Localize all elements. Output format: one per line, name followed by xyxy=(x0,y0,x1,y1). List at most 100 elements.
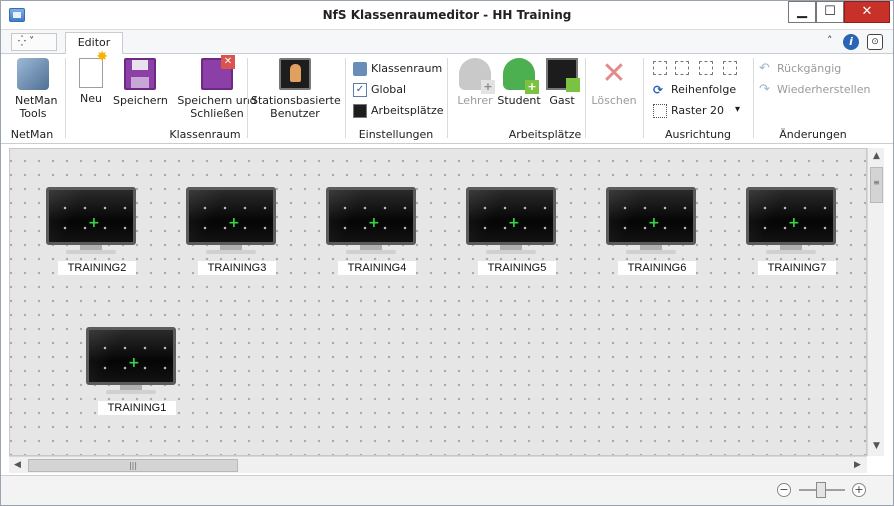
grid-icon xyxy=(653,104,667,118)
vertical-scroll-thumb[interactable]: ≡ xyxy=(870,167,883,203)
title-bar: NfS Klassenraumeditor - HH Training ▁ ☐ … xyxy=(1,1,893,30)
save-close-icon xyxy=(201,55,235,90)
grid-size-dropdown[interactable]: Raster 20 xyxy=(653,102,724,120)
settings-classroom-button[interactable]: Klassenraum xyxy=(353,60,442,78)
maximize-button[interactable]: ☐ xyxy=(816,1,844,23)
station-based-users-button[interactable]: Stationsbasierte Benutzer xyxy=(251,58,341,120)
monitor-base xyxy=(66,250,116,254)
group-label-arbeitsplaetze: Arbeitsplätze xyxy=(508,128,582,141)
monitor-icon: + xyxy=(186,187,276,245)
group-einstellungen: Klassenraum ✓ Global Arbeitsplätze Einst… xyxy=(347,54,445,144)
add-student-button[interactable]: Student xyxy=(497,58,541,107)
add-guest-button[interactable]: Gast xyxy=(545,58,580,107)
save-icon xyxy=(124,58,156,90)
station-user-icon xyxy=(279,58,311,90)
netman-tools-label: NetMan Tools xyxy=(15,94,58,120)
settings-classroom-label: Klassenraum xyxy=(371,62,443,75)
app-window: NfS Klassenraumeditor - HH Training ▁ ☐ … xyxy=(0,0,894,506)
help-icon[interactable]: i xyxy=(843,34,859,50)
group-aenderungen: ↶ Rückgängig ↷ Wiederherstellen Änderung… xyxy=(755,54,871,144)
delete-x-icon: ✕ xyxy=(601,56,627,91)
group-label-aenderungen: Änderungen xyxy=(779,128,847,141)
scroll-up-arrow[interactable]: ▲ xyxy=(868,148,885,165)
order-label: Reihenfolge xyxy=(671,83,737,96)
redo-label: Wiederherstellen xyxy=(777,83,871,96)
monitor-base xyxy=(206,250,256,254)
align-top-icon[interactable] xyxy=(723,61,737,75)
ribbon-separator xyxy=(753,58,754,138)
scroll-down-arrow[interactable]: ▼ xyxy=(868,438,885,455)
group-ausrichtung: ⟳ Reihenfolge Raster 20 ▾ Ausrichtung xyxy=(645,54,751,144)
redo-button[interactable]: ↷ Wiederherstellen xyxy=(759,81,870,99)
ribbon-separator xyxy=(65,58,66,138)
options-icon[interactable]: ⊙ xyxy=(867,34,883,50)
quick-access-menu-button[interactable]: ⁛ ˅ xyxy=(11,33,57,51)
align-center-icon[interactable] xyxy=(675,61,689,75)
classroom-canvas[interactable]: + TRAINING2 + TRAINING3 + TRAINING4 + TR… xyxy=(9,148,867,456)
group-label-klassenraum: Klassenraum xyxy=(169,128,241,141)
horizontal-scroll-thumb[interactable]: ||| xyxy=(28,459,238,472)
align-right-icon[interactable] xyxy=(699,61,713,75)
monitor-icon: + xyxy=(466,187,556,245)
workstation-label: TRAINING6 xyxy=(618,261,696,275)
tools-icon xyxy=(17,58,49,90)
zoom-out-button[interactable]: − xyxy=(777,483,791,497)
workstation-label: TRAINING3 xyxy=(198,261,276,275)
horizontal-scrollbar[interactable]: ◀ ||| ▶ xyxy=(9,456,867,473)
scroll-left-arrow[interactable]: ◀ xyxy=(9,457,26,474)
settings-workstations-button[interactable]: Arbeitsplätze xyxy=(353,102,444,120)
monitor-icon: + xyxy=(326,187,416,245)
delete-button[interactable]: ✕ Löschen xyxy=(591,56,637,108)
vertical-scrollbar[interactable]: ▲ ≡ ▼ xyxy=(867,148,884,456)
save-button[interactable]: Speichern xyxy=(113,58,168,107)
undo-label: Rückgängig xyxy=(777,62,842,75)
ribbon-separator xyxy=(585,58,586,138)
netman-tools-button[interactable]: NetMan Tools xyxy=(15,58,58,120)
monitor-icon: + xyxy=(86,327,176,385)
save-and-close-button[interactable]: Speichern und Schließen xyxy=(177,55,257,120)
add-teacher-button[interactable]: Lehrer xyxy=(457,58,495,107)
status-bar: − + xyxy=(1,475,893,505)
new-document-icon xyxy=(79,51,108,88)
new-label: Neu xyxy=(80,92,102,105)
add-teacher-icon xyxy=(459,58,495,94)
monitor-icon: + xyxy=(46,187,136,245)
delete-label: Löschen xyxy=(591,94,637,107)
close-button[interactable]: ✕ xyxy=(844,1,890,23)
monitor-base xyxy=(106,390,156,394)
order-button[interactable]: ⟳ Reihenfolge xyxy=(653,81,736,99)
add-guest-label: Gast xyxy=(549,94,575,107)
save-close-label: Speichern und Schließen xyxy=(177,94,257,120)
redo-icon: ↷ xyxy=(759,82,770,97)
group-netman: NetMan Tools NetMan xyxy=(1,54,63,144)
group-label-netman: NetMan xyxy=(10,128,54,141)
group-klassenraum: Neu Speichern Speichern und Schließen St… xyxy=(67,51,343,144)
save-label: Speichern xyxy=(113,94,168,107)
zoom-in-button[interactable]: + xyxy=(852,483,866,497)
chevron-down-icon[interactable]: ▾ xyxy=(735,104,740,115)
monitor-base xyxy=(346,250,396,254)
monitor-icon xyxy=(353,104,367,118)
settings-global-button[interactable]: ✓ Global xyxy=(353,81,406,99)
undo-button[interactable]: ↶ Rückgängig xyxy=(759,60,841,78)
add-guest-icon xyxy=(546,58,580,92)
group-arbeitsplaetze: Lehrer Student Gast ✕ Löschen Arbeitsplä… xyxy=(449,54,641,144)
ribbon-separator xyxy=(247,58,248,138)
zoom-slider-thumb[interactable] xyxy=(816,482,826,498)
scroll-right-arrow[interactable]: ▶ xyxy=(849,457,866,474)
ribbon-separator xyxy=(643,58,644,138)
workstation-label: TRAINING4 xyxy=(338,261,416,275)
workstation-label: TRAINING5 xyxy=(478,261,556,275)
ribbon: NetMan Tools NetMan Neu Speichern Speich… xyxy=(1,51,893,144)
group-label-einstellungen: Einstellungen xyxy=(358,128,434,141)
monitor-base xyxy=(486,250,536,254)
monitor-icon: + xyxy=(606,187,696,245)
tab-editor[interactable]: Editor xyxy=(65,32,123,55)
align-left-icon[interactable] xyxy=(653,61,667,75)
workstation-label: TRAINING1 xyxy=(98,401,176,415)
new-button[interactable]: Neu xyxy=(73,51,109,105)
ribbon-separator xyxy=(345,58,346,138)
collapse-ribbon-icon[interactable]: ˄ xyxy=(827,34,833,47)
classroom-icon xyxy=(353,62,367,76)
minimize-button[interactable]: ▁ xyxy=(788,1,816,23)
